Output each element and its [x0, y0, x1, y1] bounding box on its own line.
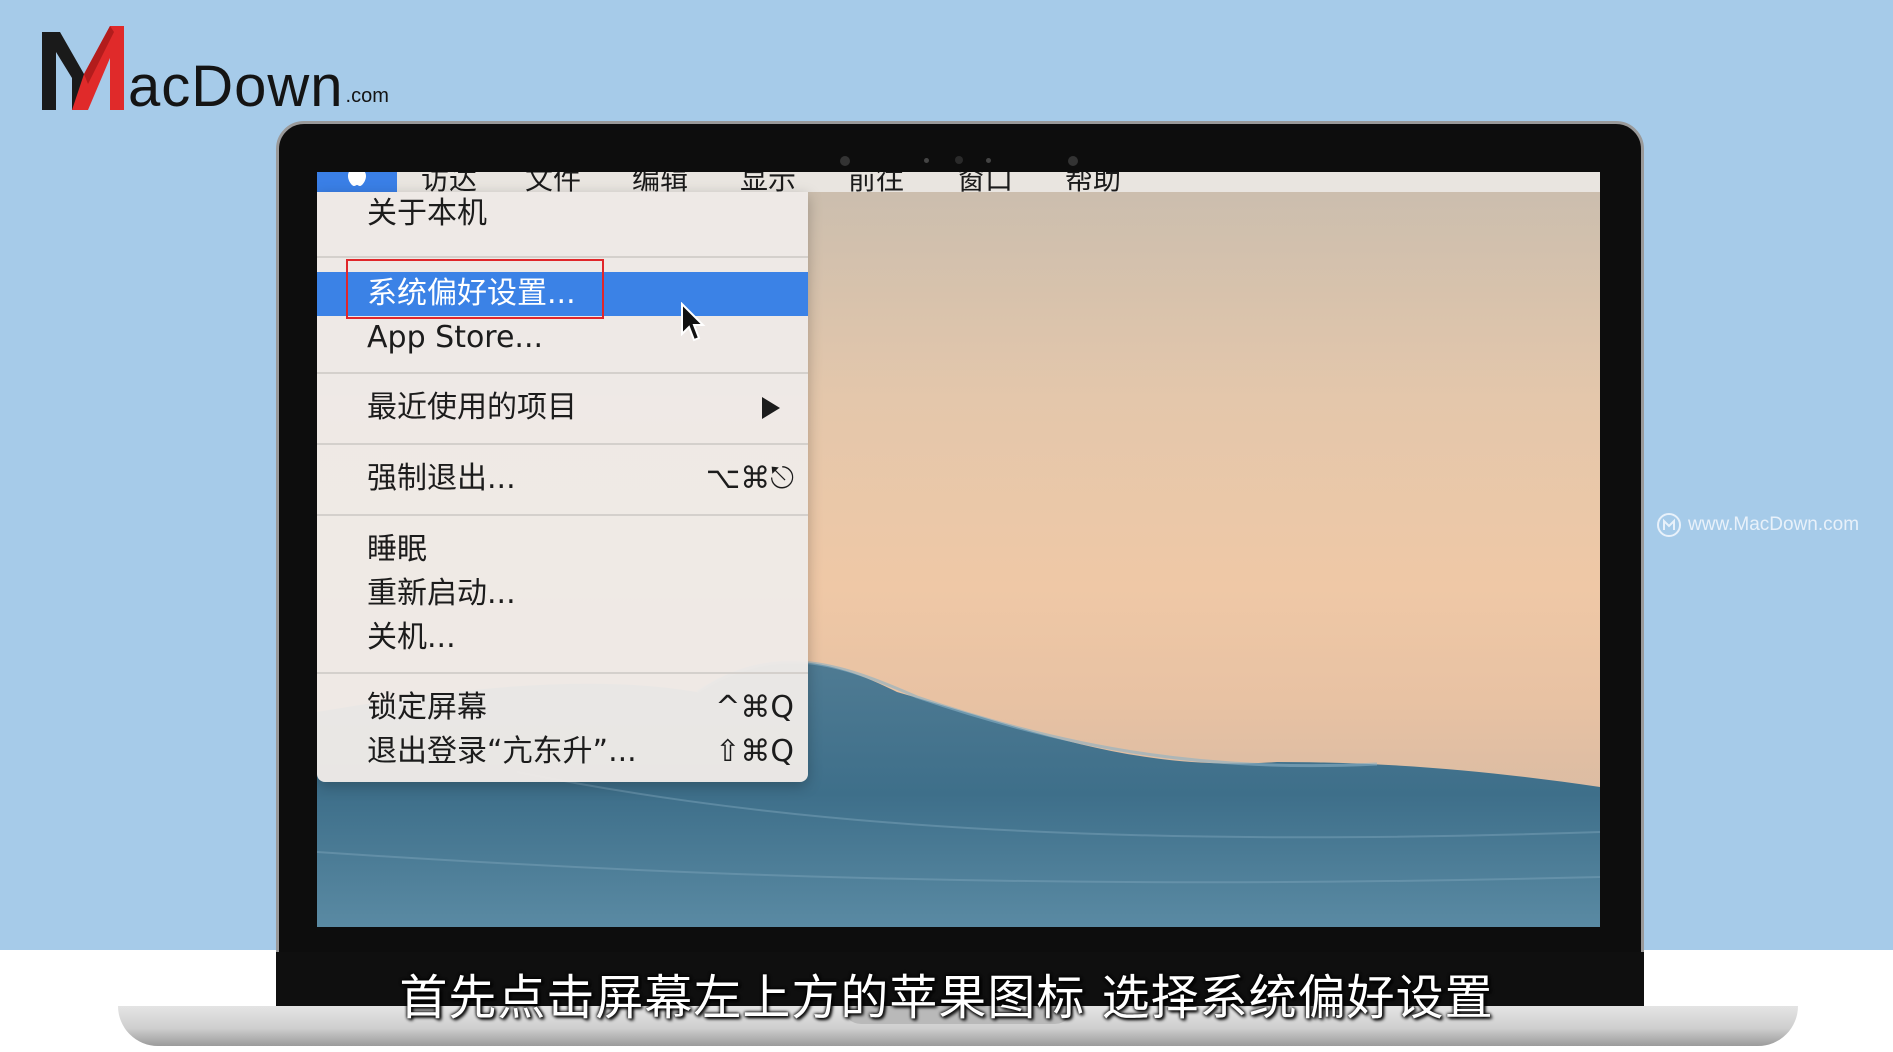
menu-item-label: 关机...: [367, 620, 456, 655]
logo-domain-suffix: .com: [345, 85, 389, 107]
macdown-logo: acDown .com: [38, 22, 389, 116]
watermark-text: www.MacDown.com: [1688, 514, 1860, 535]
annotation-highlight-box: [346, 259, 604, 319]
menu-item-app-store[interactable]: App Store...: [317, 316, 808, 360]
menu-bar: 访达 文件 编辑 显示 前往 窗口 帮助: [317, 172, 1600, 196]
menubar-item-window[interactable]: 窗口: [957, 172, 1013, 198]
apple-menu-button[interactable]: [317, 172, 397, 192]
menu-item-label: 退出登录“亢东升”...: [367, 734, 637, 769]
macdown-m-logo-icon: [42, 26, 124, 110]
menu-item-shut-down[interactable]: 关机...: [317, 616, 808, 660]
menu-item-restart[interactable]: 重新启动...: [317, 572, 808, 616]
watermark: www.MacDown.com: [1656, 512, 1859, 538]
menu-separator: [317, 256, 808, 258]
menu-item-shortcut: ^⌘Q: [715, 690, 794, 725]
menu-separator: [317, 443, 808, 445]
watermark-logo-icon: [1657, 513, 1681, 537]
menu-item-shortcut: ⇧⌘Q: [715, 734, 794, 769]
logo-wordmark: acDown: [128, 54, 344, 119]
menu-item-shortcut: ⌥⌘⎋: [705, 461, 794, 496]
menubar-item-go[interactable]: 前往: [848, 172, 904, 198]
menu-item-label: 睡眠: [367, 532, 427, 567]
menu-item-label: 强制退出...: [367, 461, 516, 496]
menu-item-recent-items[interactable]: 最近使用的项目: [317, 386, 808, 430]
apple-logo-icon: [348, 172, 366, 186]
menu-item-force-quit[interactable]: 强制退出... ⌥⌘⎋: [317, 457, 808, 501]
menu-item-about[interactable]: 关于本机: [317, 192, 808, 236]
menu-item-log-out[interactable]: 退出登录“亢东升”... ⇧⌘Q: [317, 730, 808, 774]
mouse-pointer-icon: [681, 302, 706, 342]
menu-item-lock-screen[interactable]: 锁定屏幕 ^⌘Q: [317, 686, 808, 730]
menu-item-sleep[interactable]: 睡眠: [317, 528, 808, 572]
menu-item-label: 最近使用的项目: [367, 390, 577, 425]
menu-separator: [317, 514, 808, 516]
menu-separator: [317, 672, 808, 674]
video-subtitle: 首先点击屏幕左上方的苹果图标 选择系统偏好设置: [399, 970, 1494, 1026]
menu-item-label: 关于本机: [367, 196, 487, 231]
menu-item-label: App Store...: [367, 320, 544, 355]
menu-item-label: 重新启动...: [367, 576, 516, 611]
submenu-arrow-icon: [762, 397, 780, 419]
menu-item-label: 锁定屏幕: [367, 690, 487, 725]
menu-separator: [317, 372, 808, 374]
menubar-item-help[interactable]: 帮助: [1065, 172, 1121, 198]
